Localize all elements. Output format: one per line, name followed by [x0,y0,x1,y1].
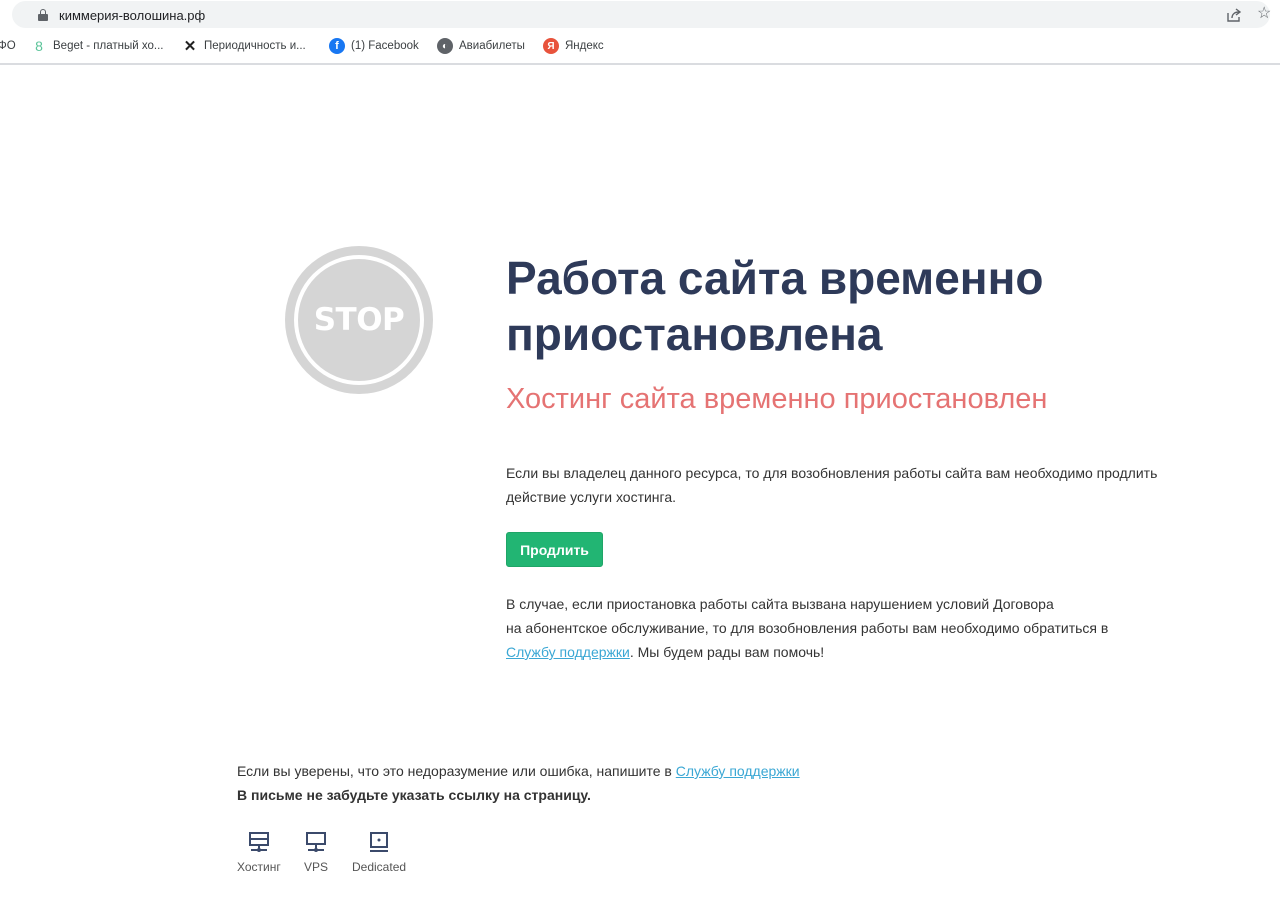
bookmark-item-beget[interactable]: 8 Beget - платный хо... [31,38,163,54]
service-label: Dedicated [352,860,407,874]
bookmark-label: Периодичность и... [204,40,306,52]
footer-note: Если вы уверены, что это недоразумение и… [237,759,800,807]
violation-line-2: на абонентское обслуживание, то для возо… [506,620,1109,636]
violation-line-end: . Мы будем рады вам помочь! [629,644,825,660]
bookmark-item-yandex[interactable]: Я Яндекс [543,38,604,54]
vps-icon [306,832,326,852]
service-label: Хостинг [237,860,281,874]
footer-bold-text: В письме не забудьте указать ссылку на с… [237,787,591,803]
bookmark-item-facebook[interactable]: f (1) Facebook [329,38,419,54]
footer-text: Если вы уверены, что это недоразумение и… [237,763,676,779]
violation-info-text: В случае, если приостановка работы сайта… [506,592,1186,664]
stop-sign-icon: STOP [285,246,433,394]
bookmarks-bar: ФО 8 Beget - платный хо... ✕ Периодичнос… [0,31,1280,61]
renew-button[interactable]: Продлить [506,532,603,567]
violation-line-1: В случае, если приостановка работы сайта… [506,596,1054,612]
bookmark-star-icon[interactable]: ☆ [1257,5,1271,23]
chrome-divider [0,63,1280,65]
page-subtitle: Хостинг сайта временно приостановлен [506,383,1048,415]
bookmark-item-periodicity[interactable]: ✕ Периодичность и... [182,38,306,55]
bookmark-label: (1) Facebook [351,40,419,52]
globe-icon: ◐ [437,38,453,54]
hosting-icon [248,832,269,852]
bookmark-item-aviabilety[interactable]: ◐ Авиабилеты [437,38,525,54]
yandex-icon: Я [543,38,559,54]
share-icon[interactable] [1226,7,1242,23]
facebook-icon: f [329,38,345,54]
browser-toolbar: киммерия-волошина.рф ☆ [0,0,1280,30]
stop-label: STOP [313,302,405,338]
page-title: Работа сайта временно приостановлена [506,252,1044,360]
address-bar[interactable]: киммерия-волошина.рф ☆ [12,1,1271,28]
owner-info-text: Если вы владелец данного ресурса, то для… [506,465,1158,505]
service-label: VPS [304,860,329,874]
lock-icon[interactable] [38,9,48,21]
bookmark-item[interactable]: ФО [0,38,16,54]
service-dedicated[interactable]: Dedicated [352,830,406,874]
bookmark-label: Beget - платный хо... [53,40,164,52]
service-vps[interactable]: VPS [304,830,328,874]
support-link[interactable]: Службу поддержки [506,644,630,660]
bookmark-label: Яндекс [565,40,604,52]
dedicated-icon [370,832,389,852]
service-hosting[interactable]: Хостинг [237,830,281,874]
beget-icon: 8 [35,38,43,54]
tools-icon: ✕ [183,38,197,55]
bookmark-label: ФО [0,40,16,52]
bookmark-label: Авиабилеты [459,40,525,52]
url-text[interactable]: киммерия-волошина.рф [59,8,205,23]
footer-support-link[interactable]: Службу поддержки [676,763,800,779]
